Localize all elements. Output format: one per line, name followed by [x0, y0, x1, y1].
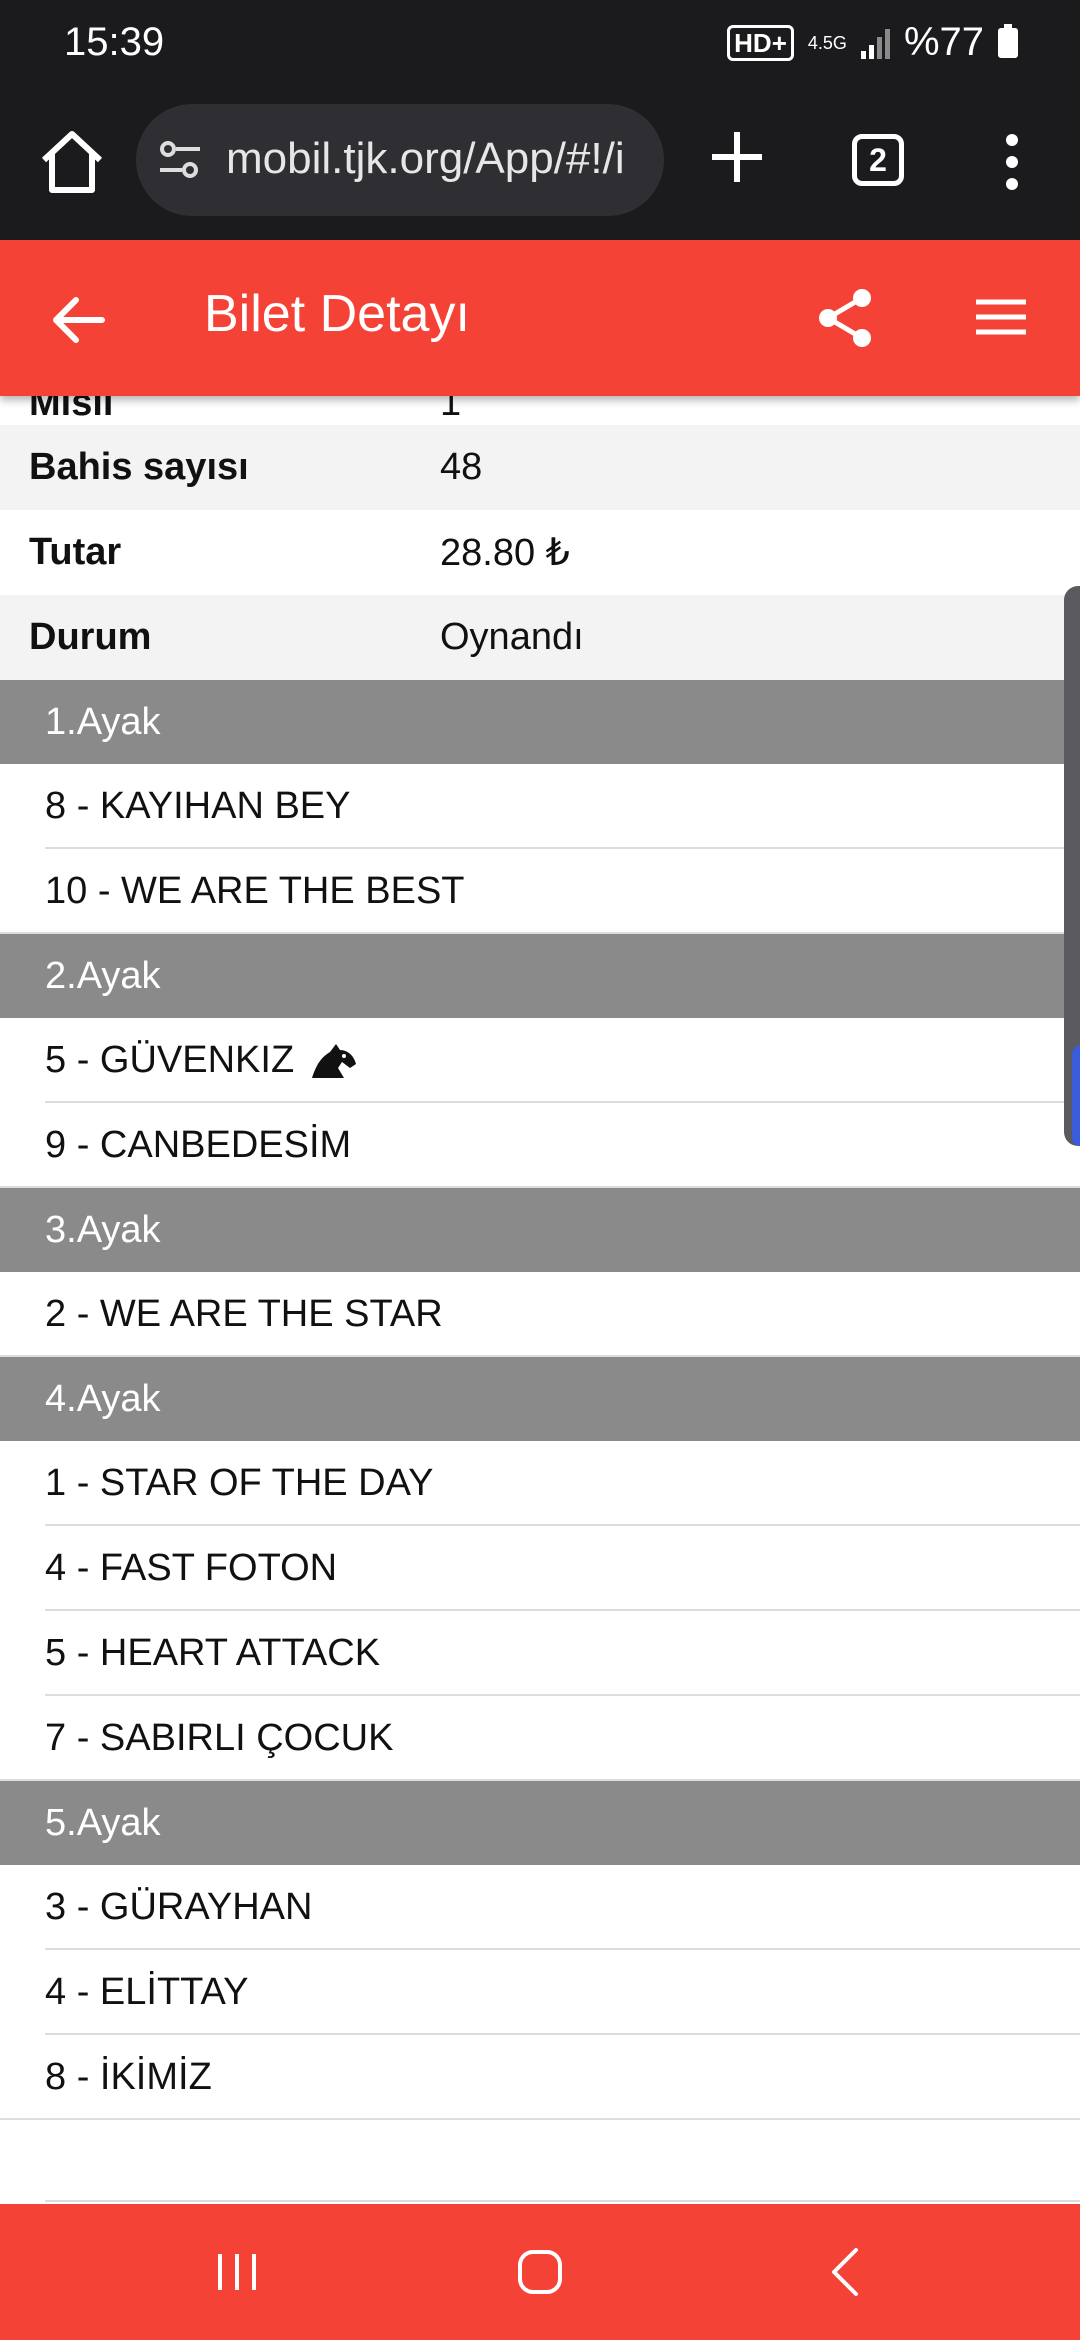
- edge-panel-handle[interactable]: [1064, 586, 1080, 1146]
- system-nav-bar: [0, 2204, 1080, 2340]
- status-time: 15:39: [64, 20, 165, 64]
- horse-row: 9 - CANBEDESİM: [0, 1103, 1080, 1188]
- horse-name: 8 - İKİMİZ: [45, 2056, 212, 2098]
- ticket-detail-content: Misli 1 Bahis sayısı 48 Tutar 28.80 ₺ Du…: [0, 380, 1080, 2120]
- share-icon[interactable]: [816, 288, 876, 348]
- leg-header: 4.Ayak: [0, 1357, 1080, 1441]
- horse-row: 8 - İKİMİZ: [0, 2035, 1080, 2120]
- horse-row: 4 - ELİTTAY: [0, 1950, 1080, 2035]
- battery-icon: [998, 23, 1018, 58]
- url-bar[interactable]: mobil.tjk.org/App/#!/i: [136, 104, 664, 216]
- hamburger-menu-icon[interactable]: [974, 290, 1028, 344]
- horse-name: 10 - WE ARE THE BEST: [45, 870, 465, 912]
- horse-row: 7 - SABIRLI ÇOCUK: [0, 1696, 1080, 1781]
- detail-label: Bahis sayısı: [29, 446, 249, 488]
- horse-name: 7 - SABIRLI ÇOCUK: [45, 1717, 394, 1759]
- horse-row: 4 - FAST FOTON: [0, 1526, 1080, 1611]
- more-vert-icon[interactable]: [1000, 132, 1024, 192]
- network-type-label: 4.5G: [807, 32, 847, 53]
- horse-row: 8 - KAYIHAN BEY: [0, 764, 1080, 849]
- home-icon[interactable]: [36, 126, 108, 198]
- horse-name: 5 - HEART ATTACK: [45, 1632, 381, 1674]
- tabs-icon[interactable]: 2: [852, 134, 904, 186]
- horse-name: 2 - WE ARE THE STAR: [45, 1293, 443, 1335]
- plus-icon[interactable]: [706, 126, 768, 188]
- divider: [45, 2200, 1080, 2202]
- row-divider: [0, 1355, 1080, 1357]
- back-arrow-icon[interactable]: [48, 288, 112, 352]
- detail-row-bahis-sayisi: Bahis sayısı 48: [0, 425, 1080, 510]
- row-divider: [0, 1186, 1080, 1188]
- leg-header: 3.Ayak: [0, 1188, 1080, 1272]
- browser-toolbar: mobil.tjk.org/App/#!/i 2: [0, 88, 1080, 240]
- app-header: Bilet Detayı: [0, 240, 1080, 396]
- horse-row: 10 - WE ARE THE BEST: [0, 849, 1080, 934]
- tune-icon[interactable]: [158, 140, 202, 180]
- detail-value: 48: [440, 446, 483, 488]
- horse-name: 9 - CANBEDESİM: [45, 1124, 352, 1166]
- horse-name: 4 - ELİTTAY: [45, 1971, 249, 2013]
- hd-plus-icon: HD+: [727, 24, 794, 61]
- home-circle-icon[interactable]: [516, 2248, 564, 2296]
- horse-head-icon: [312, 1043, 357, 1078]
- status-icons: HD+ 4.5G %77: [727, 20, 1018, 65]
- back-chevron-icon[interactable]: [828, 2246, 862, 2298]
- horse-row: 3 - GÜRAYHAN: [0, 1865, 1080, 1950]
- horse-row: 5 - GÜVENKIZ: [0, 1018, 1080, 1103]
- horse-name: 3 - GÜRAYHAN: [45, 1886, 313, 1928]
- row-divider: [0, 1779, 1080, 1781]
- leg-header: 2.Ayak: [0, 934, 1080, 1018]
- row-divider: [0, 932, 1080, 934]
- horse-row: 5 - HEART ATTACK: [0, 1611, 1080, 1696]
- recents-icon[interactable]: [214, 2250, 260, 2294]
- row-divider: [0, 2118, 1080, 2120]
- leg-header: 5.Ayak: [0, 1781, 1080, 1865]
- detail-row-durum: Durum Oynandı: [0, 595, 1080, 680]
- horse-row: 2 - WE ARE THE STAR: [0, 1272, 1080, 1357]
- horse-name: 5 - GÜVENKIZ: [45, 1039, 295, 1081]
- detail-value: Oynandı: [440, 616, 584, 658]
- url-text[interactable]: mobil.tjk.org/App/#!/i: [226, 134, 646, 184]
- signal-icon: [860, 27, 890, 59]
- horse-name: 8 - KAYIHAN BEY: [45, 785, 351, 827]
- detail-value: 28.80 ₺: [440, 532, 570, 574]
- battery-percent: %77: [903, 20, 984, 64]
- horse-name: 4 - FAST FOTON: [45, 1547, 338, 1589]
- detail-row-tutar: Tutar 28.80 ₺: [0, 510, 1080, 595]
- horse-name: 1 - STAR OF THE DAY: [45, 1462, 434, 1504]
- status-bar: 15:39 HD+ 4.5G %77: [0, 0, 1080, 88]
- detail-label: Tutar: [29, 531, 122, 573]
- horse-row: 1 - STAR OF THE DAY: [0, 1441, 1080, 1526]
- leg-header: 1.Ayak: [0, 680, 1080, 764]
- page-title: Bilet Detayı: [204, 285, 470, 343]
- detail-label: Durum: [29, 616, 152, 658]
